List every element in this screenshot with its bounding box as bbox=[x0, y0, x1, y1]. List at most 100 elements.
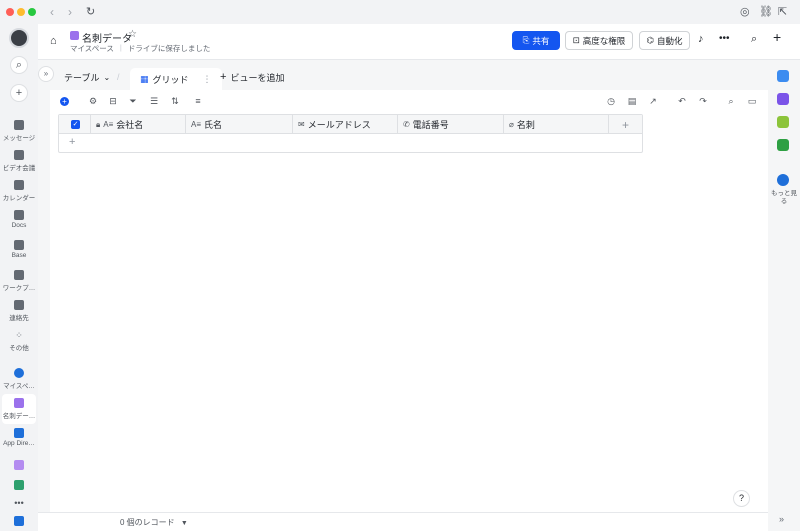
form-icon[interactable]: ▤ bbox=[627, 96, 637, 106]
rail-item-label: App Dire… bbox=[3, 440, 35, 447]
rail-item-more[interactable]: ⁘ その他 bbox=[0, 330, 38, 352]
add-column-button[interactable]: + bbox=[609, 115, 642, 134]
app-green-icon[interactable] bbox=[777, 139, 789, 151]
record-count-selector[interactable]: 0 個のレコード ▼ bbox=[120, 517, 188, 528]
create-icon[interactable]: + bbox=[10, 84, 28, 102]
tab-grid-view[interactable]: ▦ グリッド ⋮ bbox=[130, 68, 222, 90]
zoom-window-button[interactable] bbox=[28, 8, 36, 16]
select-all-cell[interactable]: ✓ bbox=[59, 115, 91, 134]
add-view-button[interactable]: + ビューを追加 bbox=[220, 66, 284, 88]
breadcrumb-location[interactable]: マイスペース bbox=[70, 43, 114, 54]
add-view-label: ビューを追加 bbox=[230, 72, 285, 83]
select-all-checkbox[interactable]: ✓ bbox=[71, 120, 80, 129]
attachment-field-icon: ⌀ bbox=[509, 120, 514, 129]
column-label: メールアドレス bbox=[307, 120, 371, 130]
video-icon bbox=[14, 150, 24, 160]
column-header-company[interactable]: 🔒︎ A≡ 会社名 bbox=[91, 115, 186, 134]
column-header-name[interactable]: A≡ 氏名 bbox=[186, 115, 293, 134]
rail-item-calendar[interactable]: カレンダー bbox=[0, 180, 38, 202]
robot-icon: ⌬ bbox=[646, 35, 654, 45]
save-status: ドライブに保存しました bbox=[127, 44, 211, 53]
compass-icon[interactable]: ◎ bbox=[740, 5, 750, 18]
app-lime-icon[interactable] bbox=[777, 116, 789, 128]
myspace-icon bbox=[14, 368, 24, 378]
share-button[interactable]: ⎘ 共有 bbox=[512, 31, 560, 50]
search-icon[interactable]: ⌕ bbox=[10, 56, 28, 74]
redo-icon[interactable]: ↷ bbox=[698, 96, 708, 106]
search-records-icon[interactable]: ⌕ bbox=[726, 96, 736, 106]
caret-down-icon: ▼ bbox=[180, 520, 188, 527]
advanced-permissions-button[interactable]: ⊡ 高度な権限 bbox=[565, 31, 633, 50]
group-icon[interactable]: ☰ bbox=[149, 96, 159, 106]
automation-button[interactable]: ⌬ 自動化 bbox=[639, 31, 690, 50]
home-icon[interactable]: ⌂ bbox=[50, 35, 57, 47]
calendar-icon bbox=[14, 180, 24, 190]
field-settings-icon[interactable]: ⊟ bbox=[108, 96, 118, 106]
rail-item-business-cards[interactable]: 名刺デー… bbox=[2, 394, 36, 424]
more-apps-label[interactable]: もっと見る bbox=[768, 190, 800, 206]
rail-item-myspace[interactable]: マイスペ… bbox=[0, 368, 38, 390]
avatar[interactable] bbox=[9, 28, 29, 48]
add-icon[interactable]: + bbox=[773, 29, 781, 45]
rail-item-label: その他 bbox=[9, 345, 29, 352]
external-open-icon[interactable]: ⇱ bbox=[778, 5, 787, 18]
settings-icon[interactable]: ⚙ bbox=[88, 96, 98, 106]
rail-item-app-directory[interactable]: App Dire… bbox=[0, 428, 38, 447]
column-label: 電話番号 bbox=[412, 120, 449, 130]
rail-item-label: カレンダー bbox=[2, 195, 36, 202]
record-count: 0 個のレコード bbox=[120, 518, 175, 527]
add-record-icon[interactable]: + bbox=[60, 97, 69, 106]
app-icon bbox=[14, 516, 24, 526]
cube-icon[interactable] bbox=[777, 174, 789, 186]
sort-icon[interactable]: ⇅ bbox=[170, 96, 180, 106]
app-purple-icon[interactable] bbox=[777, 93, 789, 105]
history-icon[interactable]: ◷ bbox=[606, 96, 616, 106]
data-grid: ✓ 🔒︎ A≡ 会社名 A≡ 氏名 ✉ メールアドレス ✆ 電話番号 ⌀ 名刺 bbox=[58, 114, 643, 153]
row-height-icon[interactable]: ≡ bbox=[193, 96, 203, 106]
help-button[interactable]: ? bbox=[733, 490, 750, 507]
search-icon[interactable]: ⌕ bbox=[751, 33, 757, 46]
rail-item-pinned-app-2[interactable] bbox=[0, 480, 38, 492]
table-selector[interactable]: テーブル ⌄ bbox=[64, 66, 110, 88]
view-menu-icon[interactable]: ⋮ bbox=[203, 74, 212, 85]
column-header-phone[interactable]: ✆ 電話番号 bbox=[398, 115, 504, 134]
rail-item-pinned-app[interactable] bbox=[0, 460, 38, 472]
rail-item-contacts[interactable]: 連絡先 bbox=[0, 300, 38, 322]
breadcrumb-divider: | bbox=[119, 43, 122, 52]
star-icon[interactable]: ☆ bbox=[128, 29, 137, 40]
docs-icon bbox=[14, 210, 24, 220]
rail-item-bottom-app[interactable] bbox=[0, 516, 38, 528]
lock-icon: 🔒︎ bbox=[96, 119, 101, 129]
column-header-card[interactable]: ⌀ 名刺 bbox=[504, 115, 609, 134]
app-blue-icon[interactable] bbox=[777, 70, 789, 82]
minimize-window-button[interactable] bbox=[17, 8, 25, 16]
filter-icon[interactable]: ⏷ bbox=[128, 96, 138, 106]
add-row-button[interactable]: + bbox=[69, 136, 75, 148]
grid-header-row: ✓ 🔒︎ A≡ 会社名 A≡ 氏名 ✉ メールアドレス ✆ 電話番号 ⌀ 名刺 bbox=[59, 115, 642, 134]
forward-icon[interactable]: › bbox=[68, 5, 72, 19]
column-header-email[interactable]: ✉ メールアドレス bbox=[293, 115, 398, 134]
bell-icon[interactable]: ♪ bbox=[698, 33, 704, 45]
undo-icon[interactable]: ↶ bbox=[677, 96, 687, 106]
rail-item-messages[interactable]: メッセージ bbox=[0, 120, 38, 142]
comment-icon[interactable]: ▭ bbox=[747, 96, 757, 106]
refresh-icon[interactable]: ↻ bbox=[86, 5, 95, 18]
close-window-button[interactable] bbox=[6, 8, 14, 16]
rail-item-base[interactable]: Base bbox=[0, 240, 38, 259]
rail-more-dots-icon[interactable]: ••• bbox=[0, 498, 38, 508]
column-label: 名刺 bbox=[516, 120, 535, 130]
rail-item-docs[interactable]: Docs bbox=[0, 210, 38, 229]
grid-toolbar: + ⚙ ⊟ ⏷ ☰ ⇅ ≡ ◷ ▤ ↗ ↶ ↷ ⌕ ▭ bbox=[50, 90, 768, 112]
permissions-label: 高度な権限 bbox=[582, 35, 626, 46]
more-options-icon[interactable]: ••• bbox=[719, 33, 730, 44]
link-icon[interactable]: ⛓ bbox=[759, 5, 773, 18]
share-view-icon[interactable]: ↗ bbox=[648, 96, 658, 106]
rail-item-video[interactable]: ビデオ会議 bbox=[0, 150, 38, 172]
back-icon[interactable]: ‹ bbox=[50, 5, 54, 19]
rail-item-workplace[interactable]: ワークプ… bbox=[0, 270, 38, 292]
workplace-icon bbox=[14, 270, 24, 280]
pinned-app-icon bbox=[14, 480, 24, 490]
expand-right-icon[interactable]: » bbox=[779, 514, 784, 524]
column-label: 氏名 bbox=[204, 120, 223, 130]
expand-sidebar-button[interactable]: » bbox=[38, 66, 54, 82]
